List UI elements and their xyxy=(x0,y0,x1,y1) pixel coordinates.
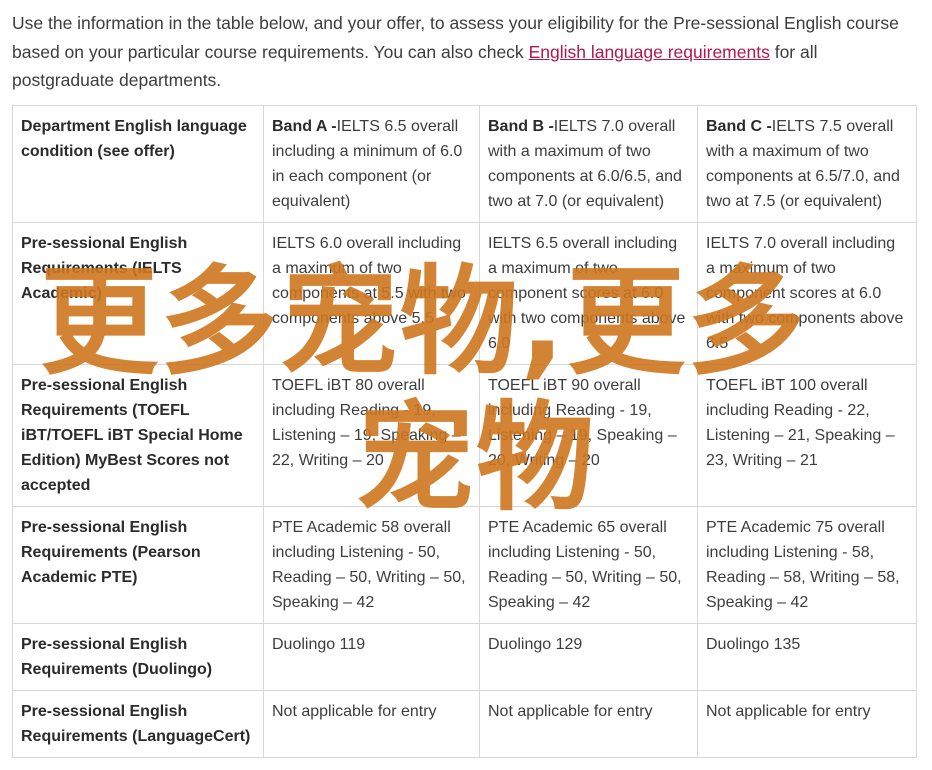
table-cell: PTE Academic 75 overall including Listen… xyxy=(697,506,917,624)
row-label: Pre-sessional English Requirements (TOEF… xyxy=(12,364,264,507)
row-label: Pre-sessional English Requirements (Lang… xyxy=(12,690,264,758)
table-cell: Duolingo 135 xyxy=(697,623,917,691)
header-band-a: Band A -IELTS 6.5 overall including a mi… xyxy=(263,105,480,223)
intro-paragraph: Use the information in the table below, … xyxy=(12,9,917,95)
table-row: Pre-sessional English Requirements (Lang… xyxy=(12,690,917,758)
row-label: Pre-sessional English Requirements (IELT… xyxy=(12,222,264,365)
band-c-label: Band C - xyxy=(706,118,772,135)
table-row: Pre-sessional English Requirements (TOEF… xyxy=(12,364,917,507)
table-cell: Not applicable for entry xyxy=(697,690,917,758)
table-cell: TOEFL iBT 80 overall including Reading -… xyxy=(263,364,480,507)
band-a-label: Band A - xyxy=(272,118,337,135)
band-b-label: Band B - xyxy=(488,118,554,135)
table-cell: IELTS 6.0 overall including a maximum of… xyxy=(263,222,480,365)
table-cell: Not applicable for entry xyxy=(479,690,698,758)
header-condition: Department English language condition (s… xyxy=(12,105,264,223)
requirements-table: Department English language condition (s… xyxy=(12,105,917,758)
table-cell: TOEFL iBT 100 overall including Reading … xyxy=(697,364,917,507)
table-cell: PTE Academic 58 overall including Listen… xyxy=(263,506,480,624)
table-row: Pre-sessional English Requirements (Pear… xyxy=(12,506,917,624)
table-cell: IELTS 7.0 overall including a maximum of… xyxy=(697,222,917,365)
table-row: Pre-sessional English Requirements (IELT… xyxy=(12,222,917,365)
header-band-c: Band C -IELTS 7.5 overall with a maximum… xyxy=(697,105,917,223)
table-row: Pre-sessional English Requirements (Duol… xyxy=(12,623,917,691)
row-label: Pre-sessional English Requirements (Duol… xyxy=(12,623,264,691)
row-label: Pre-sessional English Requirements (Pear… xyxy=(12,506,264,624)
table-header-row: Department English language condition (s… xyxy=(12,105,917,223)
english-requirements-link[interactable]: English language requirements xyxy=(529,42,770,62)
table-cell: Not applicable for entry xyxy=(263,690,480,758)
header-band-b: Band B -IELTS 7.0 overall with a maximum… xyxy=(479,105,698,223)
table-cell: TOEFL iBT 90 overall including Reading -… xyxy=(479,364,698,507)
table-cell: Duolingo 129 xyxy=(479,623,698,691)
table-cell: IELTS 6.5 overall including a maximum of… xyxy=(479,222,698,365)
table-cell: PTE Academic 65 overall including Listen… xyxy=(479,506,698,624)
table-cell: Duolingo 119 xyxy=(263,623,480,691)
